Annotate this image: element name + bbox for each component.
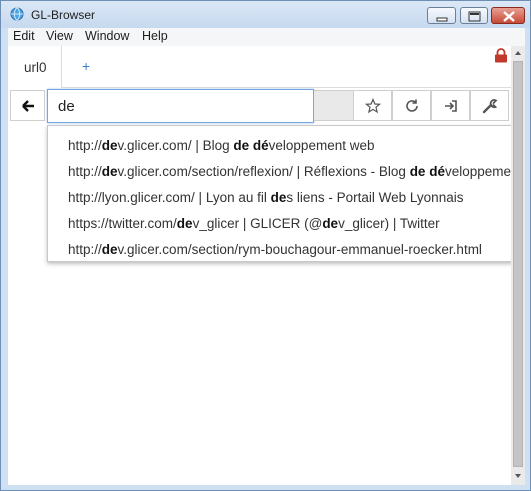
bookmark-button[interactable] bbox=[353, 90, 392, 121]
suggestion-match: de bbox=[101, 138, 118, 153]
sign-in-icon bbox=[445, 100, 457, 112]
menu-window[interactable]: Window bbox=[85, 29, 129, 43]
close-icon bbox=[503, 11, 515, 22]
window-title: GL-Browser bbox=[31, 8, 96, 22]
suggestion-item[interactable]: https://twitter.com/dev_glicer | GLICER … bbox=[68, 216, 440, 231]
suggestion-text: v_glicer | GLICER (@ bbox=[192, 216, 323, 231]
suggestion-text: veloppement web bbox=[268, 138, 375, 153]
wrench-icon bbox=[482, 99, 498, 114]
star-icon bbox=[365, 98, 381, 114]
title-bar[interactable]: GL-Browser bbox=[1, 1, 530, 28]
suggestion-match: dé bbox=[429, 164, 445, 179]
close-button[interactable] bbox=[491, 7, 525, 24]
arrow-left-icon bbox=[22, 100, 34, 112]
scroll-thumb[interactable] bbox=[513, 61, 523, 467]
suggestion-text: v.glicer.com/ | Blog bbox=[117, 138, 234, 153]
suggestion-match: de bbox=[101, 242, 118, 257]
browser-window: GL-Browser Edit View Window Help url0 + bbox=[0, 0, 531, 491]
url-suggestions-dropdown: http://dev.glicer.com/ | Blog de dévelop… bbox=[47, 125, 513, 262]
maximize-icon bbox=[468, 11, 481, 22]
settings-button[interactable] bbox=[470, 90, 509, 121]
suggestion-text: v.glicer.com/section/rym-bouchagour-emma… bbox=[117, 242, 482, 257]
suggestion-text: http:// bbox=[68, 138, 102, 153]
suggestion-text: v_glicer) | Twitter bbox=[338, 216, 440, 231]
suggestion-text: http:// bbox=[68, 164, 102, 179]
suggestion-text: http:// bbox=[68, 242, 102, 257]
suggestion-item[interactable]: http://lyon.glicer.com/ | Lyon au fil de… bbox=[68, 190, 463, 205]
url-input[interactable] bbox=[47, 89, 314, 123]
tab-url0[interactable]: url0 bbox=[8, 46, 62, 88]
suggestion-match: de bbox=[101, 164, 118, 179]
reload-button[interactable] bbox=[392, 90, 431, 121]
reload-icon bbox=[406, 99, 418, 112]
menu-edit[interactable]: Edit bbox=[13, 29, 35, 43]
suggestion-item[interactable]: http://dev.glicer.com/section/reflexion/… bbox=[68, 164, 512, 179]
url-suffix-area bbox=[314, 90, 353, 121]
add-tab-button[interactable]: + bbox=[82, 58, 90, 74]
menu-view[interactable]: View bbox=[46, 29, 73, 43]
maximize-button[interactable] bbox=[460, 7, 488, 24]
suggestion-match: de bbox=[270, 190, 287, 205]
browser-client: Edit View Window Help url0 + de http://d… bbox=[8, 28, 525, 485]
minimize-button[interactable] bbox=[427, 7, 456, 24]
suggestion-text: veloppement web bbox=[444, 164, 512, 179]
suggestion-match: de bbox=[233, 138, 250, 153]
suggestion-match: dé bbox=[252, 138, 269, 153]
suggestion-match: de bbox=[322, 216, 339, 231]
suggestion-match: de bbox=[176, 216, 193, 231]
menu-help[interactable]: Help bbox=[142, 29, 168, 43]
tab-label: url0 bbox=[24, 60, 47, 75]
suggestion-text: http://lyon.glicer.com/ | Lyon au fil bbox=[68, 190, 271, 205]
suggestion-text: v.glicer.com/section/reflexion/ | Réflex… bbox=[117, 164, 410, 179]
login-button[interactable] bbox=[431, 90, 470, 121]
tab-bar: url0 + bbox=[8, 46, 525, 88]
minimize-icon bbox=[436, 17, 448, 22]
suggestion-item[interactable]: http://dev.glicer.com/ | Blog de dévelop… bbox=[68, 138, 374, 153]
scroll-up-icon[interactable] bbox=[511, 46, 525, 60]
vertical-scrollbar[interactable] bbox=[511, 46, 525, 485]
suggestion-text: s liens - Portail Web Lyonnais bbox=[286, 190, 464, 205]
lock-icon bbox=[495, 48, 507, 63]
scroll-down-icon[interactable] bbox=[511, 469, 525, 483]
navigation-bar bbox=[8, 88, 511, 125]
back-button[interactable] bbox=[10, 90, 45, 121]
globe-icon bbox=[10, 7, 24, 21]
suggestion-text: https://twitter.com/ bbox=[68, 216, 177, 231]
menu-bar: Edit View Window Help bbox=[8, 28, 525, 46]
suggestion-item[interactable]: http://dev.glicer.com/section/rym-boucha… bbox=[68, 242, 482, 257]
suggestion-match: de bbox=[409, 164, 426, 179]
